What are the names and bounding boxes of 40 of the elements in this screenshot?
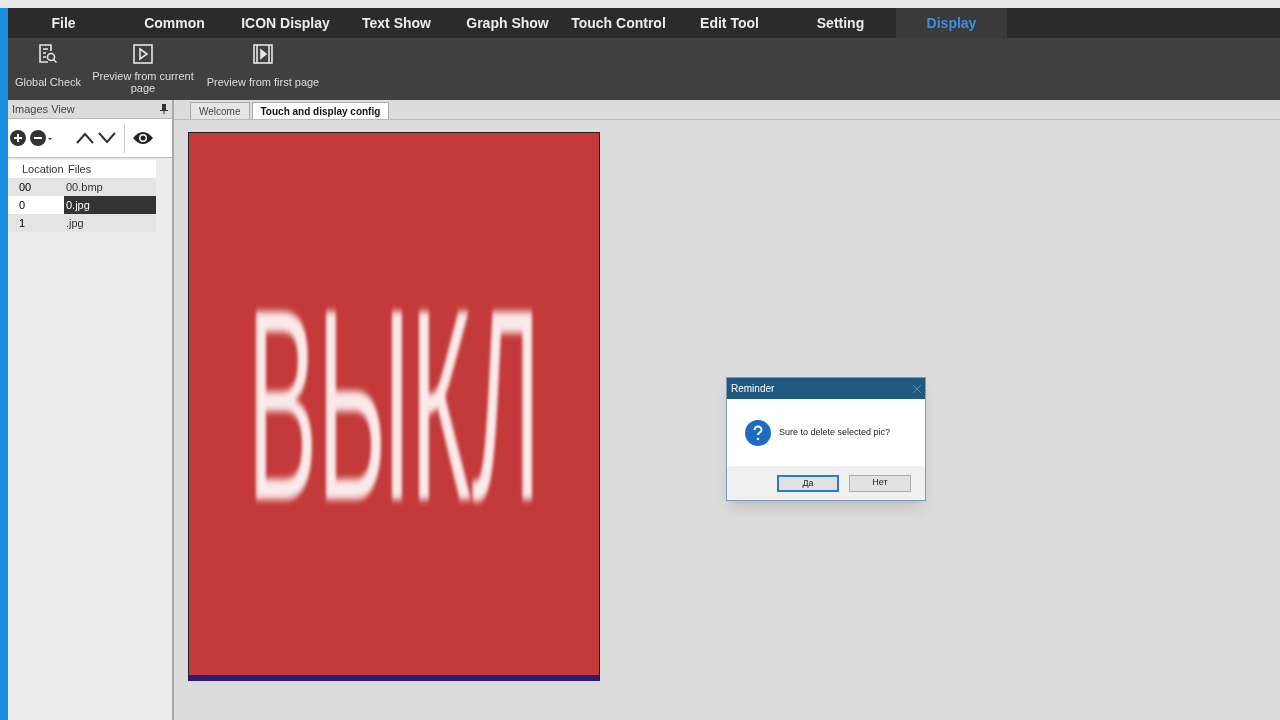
location-cell: 0 (8, 196, 64, 214)
file-cell-text: .jpg (65, 215, 85, 231)
play-icon (132, 43, 154, 65)
move-down-icon[interactable] (98, 132, 116, 144)
menu-tab[interactable]: File (8, 8, 119, 38)
document-tab[interactable]: Welcome (190, 102, 250, 119)
menu-tab[interactable]: Edit Tool (674, 8, 785, 38)
toolbar-button[interactable]: Preview from current page (88, 43, 198, 94)
image-row[interactable]: 1 .jpg (8, 214, 156, 232)
menu-tab[interactable]: Touch Control (563, 8, 674, 38)
document-tab[interactable]: Touch and display config (251, 102, 390, 119)
location-cell-text: 1 (18, 215, 27, 231)
image-row[interactable]: 0 0.jpg (8, 196, 156, 214)
menu-tab[interactable]: Common (119, 8, 230, 38)
menu-tab[interactable]: Text Show (341, 8, 452, 38)
file-cell: 0.jpg (64, 196, 156, 214)
magnifier-document-icon (37, 43, 59, 65)
add-icon[interactable] (10, 130, 26, 146)
preview-text: ВЫКЛ (247, 267, 541, 541)
toolbar-button[interactable]: Preview from first page (198, 43, 328, 94)
menu-tab[interactable]: ICON Display (230, 8, 341, 38)
column-header[interactable]: Files (68, 160, 92, 178)
question-icon (745, 419, 771, 446)
menu-tab[interactable]: Graph Show (452, 8, 563, 38)
location-cell-text: 00 (18, 179, 33, 195)
dialog-title: Reminder (731, 382, 775, 396)
image-row[interactable]: 00 00.bmp (8, 178, 156, 196)
menu-tab[interactable]: Setting (785, 8, 896, 38)
file-cell-text: 00.bmp (65, 179, 104, 195)
dialog-button[interactable]: Да (777, 474, 839, 492)
remove-dropdown-icon[interactable] (30, 130, 52, 146)
move-up-icon[interactable] (76, 132, 94, 144)
pin-icon[interactable] (160, 104, 168, 114)
toolbar-button[interactable]: Global Check (8, 43, 88, 94)
film-play-icon (252, 43, 274, 65)
panel-title: Images View (12, 101, 75, 117)
eye-icon[interactable] (133, 130, 153, 146)
column-header[interactable]: Location (8, 160, 68, 178)
dialog-message: Sure to delete selected pic? (779, 425, 891, 439)
dialog-button[interactable]: Нет (849, 474, 911, 492)
